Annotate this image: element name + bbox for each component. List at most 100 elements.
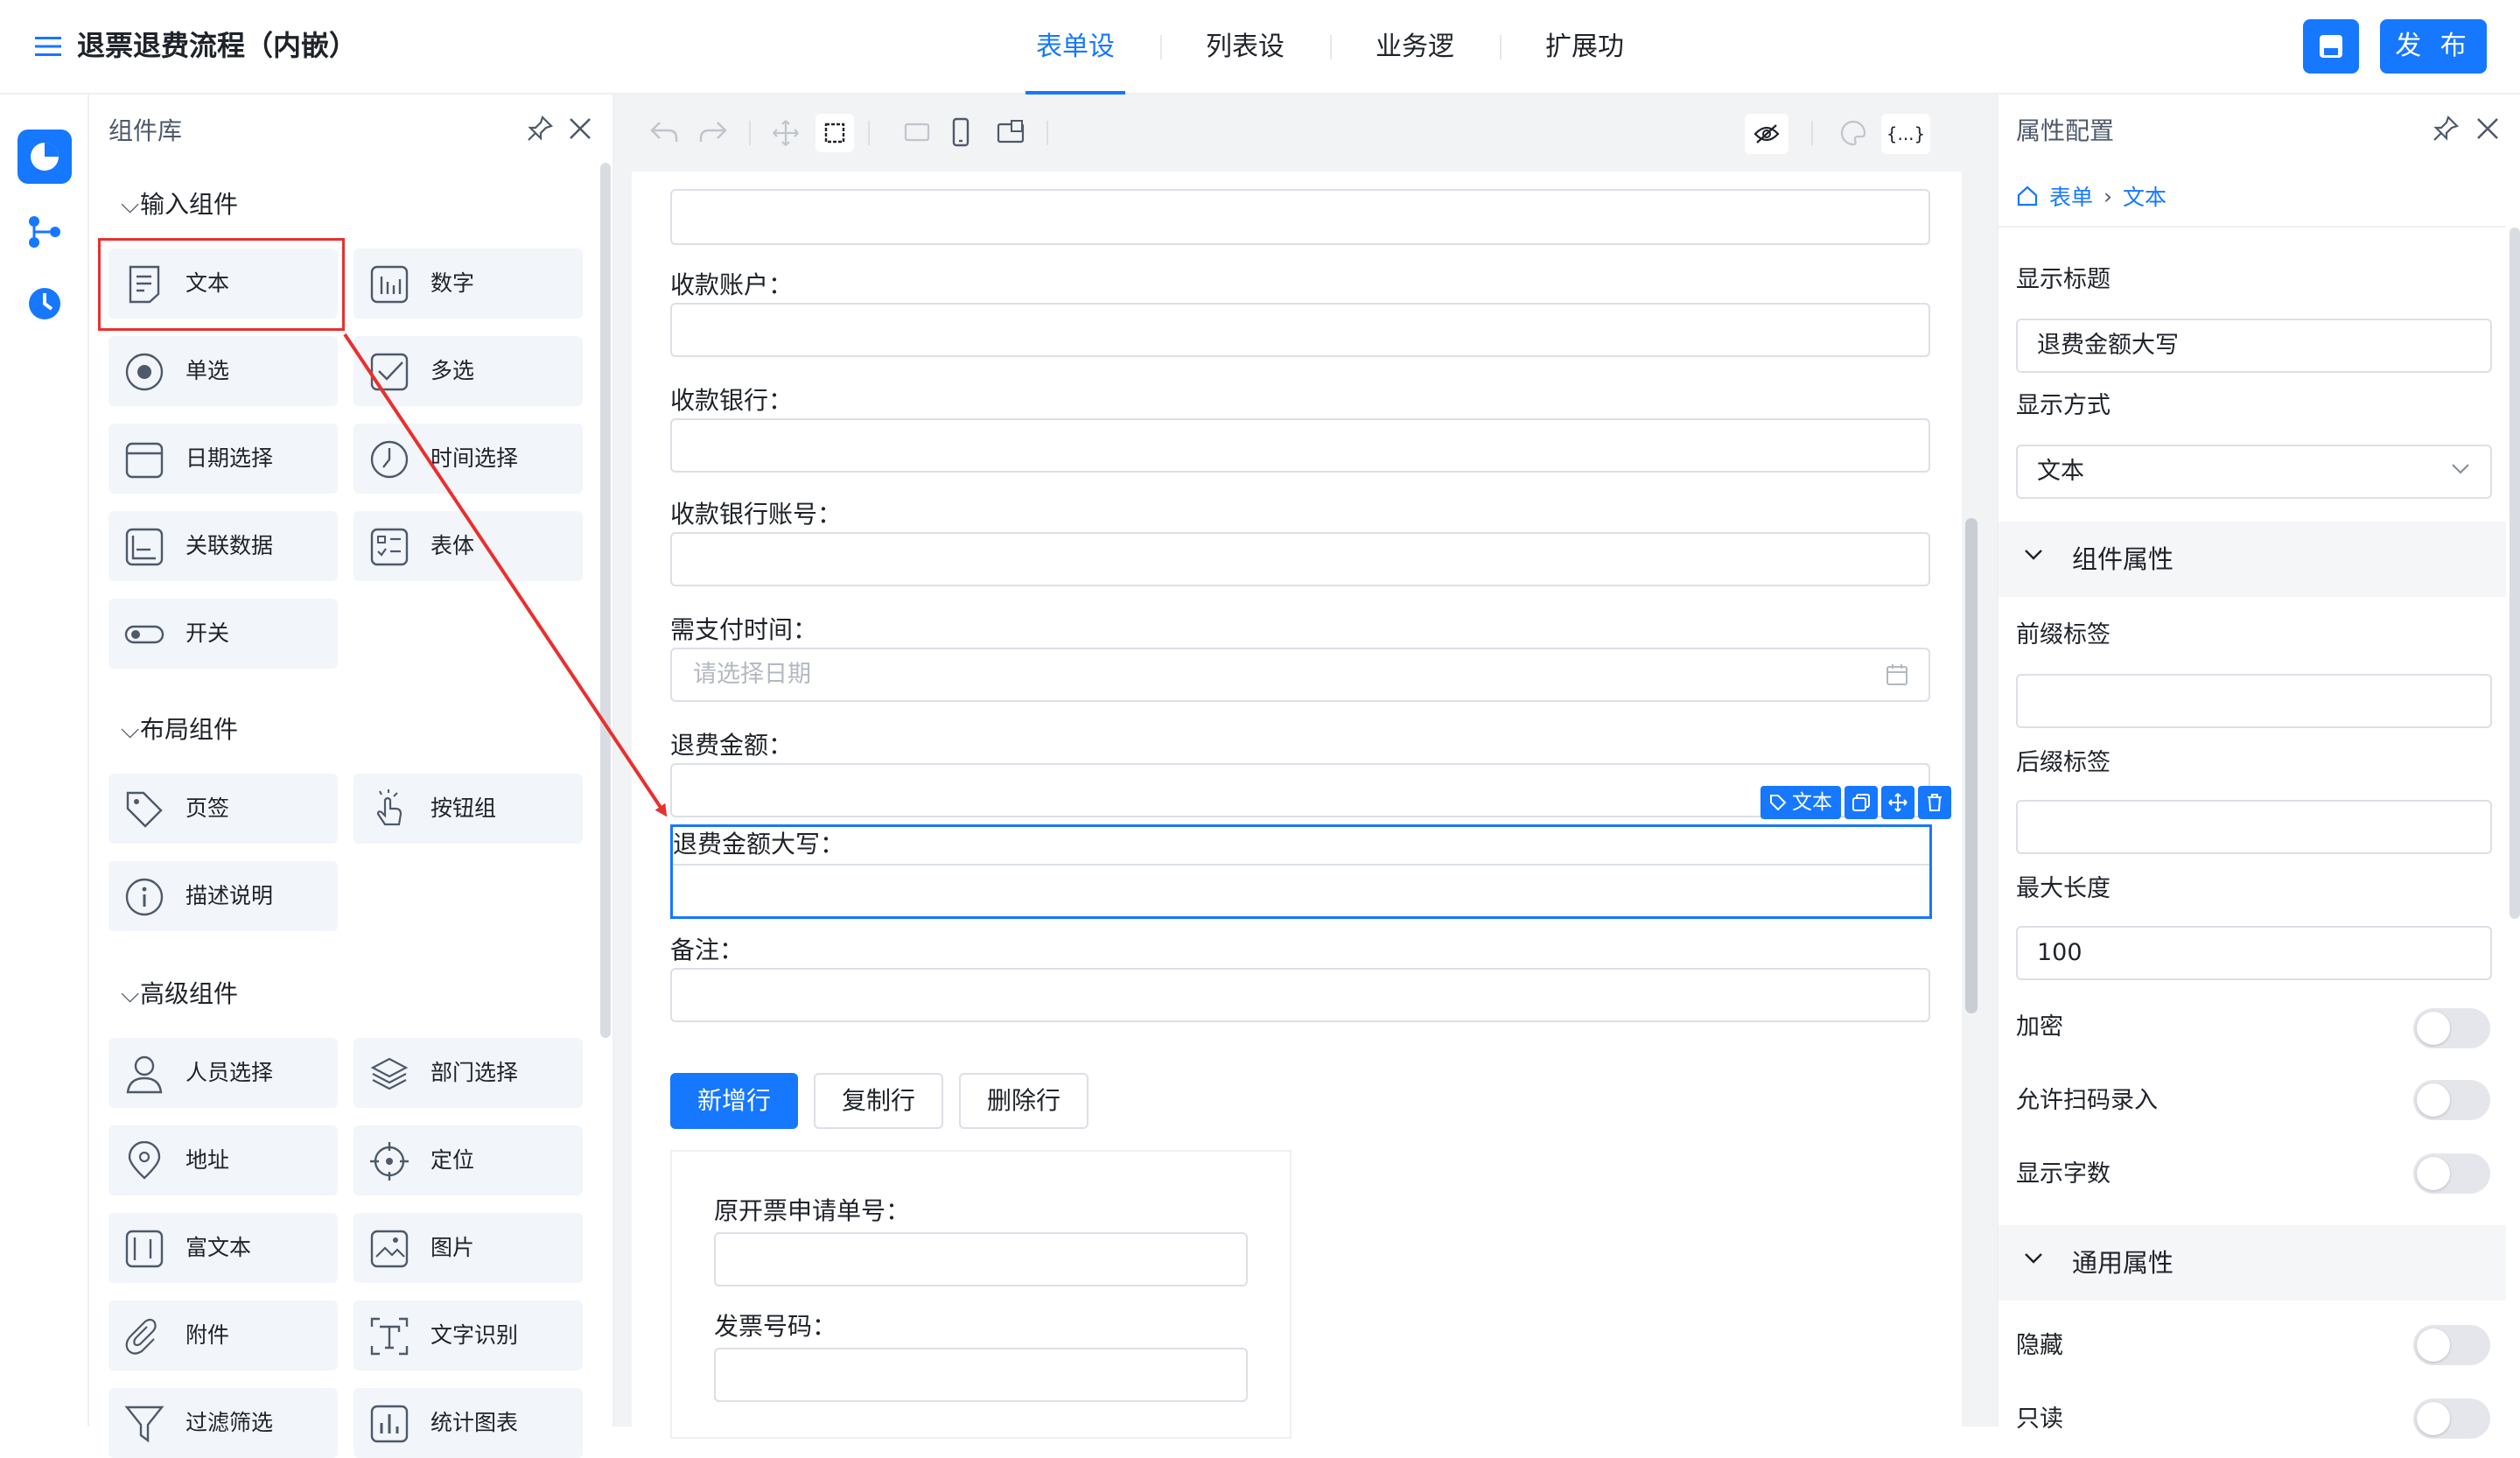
comp-image[interactable]: 图片 xyxy=(354,1213,583,1283)
chevron-down-icon xyxy=(2450,462,2471,476)
delete-row-button[interactable]: 删除行 xyxy=(959,1073,1088,1129)
delete-component-button[interactable] xyxy=(1918,786,1951,819)
close-icon[interactable] xyxy=(567,116,593,142)
field-input-receiving-account[interactable] xyxy=(670,303,1930,357)
comp-user-select[interactable]: 人员选择 xyxy=(108,1038,338,1108)
add-row-button[interactable]: 新增行 xyxy=(670,1073,798,1129)
comp-attachment[interactable]: 附件 xyxy=(108,1300,338,1370)
close-icon[interactable] xyxy=(2474,116,2501,142)
component-type-badge[interactable]: 文本 xyxy=(1760,786,1841,819)
move-icon xyxy=(1888,793,1908,812)
form-body: 收款账户： 收款银行： 收款银行账号： 需支付时间： 请选择日期 退费金额： 退… xyxy=(632,172,1962,1439)
rich-text-icon xyxy=(124,1229,164,1269)
breadcrumb-text[interactable]: 文本 xyxy=(2123,180,2166,212)
form-input-partial[interactable] xyxy=(670,189,1930,245)
max-length-input[interactable]: 100 xyxy=(2016,926,2492,980)
readonly-toggle[interactable] xyxy=(2413,1398,2490,1439)
comp-number[interactable]: 数字 xyxy=(354,249,583,319)
field-input-remarks[interactable] xyxy=(670,968,1930,1022)
selected-field-frame[interactable]: 退费金额大写： xyxy=(670,824,1932,919)
chevron-down-icon: ⌵ xyxy=(121,979,140,1008)
display-mode-label: 显示方式 xyxy=(2016,392,2110,419)
tab-extensions[interactable]: 扩展功能 xyxy=(1535,0,1634,157)
comp-department-select[interactable]: 部门选择 xyxy=(354,1038,583,1108)
hidden-toggle[interactable] xyxy=(2413,1325,2490,1365)
select-tool-button[interactable] xyxy=(816,114,854,152)
comp-related-data[interactable]: 关联数据 xyxy=(108,511,338,581)
tab-list-design[interactable]: 列表设计 xyxy=(1195,0,1295,157)
clock-outline-icon xyxy=(369,439,410,480)
encrypt-toggle[interactable] xyxy=(2413,1008,2490,1048)
desktop-icon[interactable] xyxy=(903,121,931,145)
image-icon xyxy=(369,1229,410,1269)
copy-row-button[interactable]: 复制行 xyxy=(814,1073,943,1129)
tag-icon xyxy=(1769,794,1787,811)
group-component-properties[interactable]: 组件属性 xyxy=(1998,522,2506,597)
pin-icon[interactable] xyxy=(2431,114,2460,144)
prefix-input[interactable] xyxy=(2016,674,2492,728)
section-layout-components[interactable]: ⌵布局组件 xyxy=(121,712,238,747)
copy-component-button[interactable] xyxy=(1844,786,1878,819)
preview-button[interactable] xyxy=(1745,114,1788,154)
section-input-components[interactable]: ⌵输入组件 xyxy=(121,187,238,222)
chevron-down-icon: ⌵ xyxy=(121,715,140,744)
comp-switch[interactable]: 开关 xyxy=(108,599,338,669)
save-icon xyxy=(2317,32,2345,60)
app-title: 退票退费流程（内嵌） xyxy=(77,29,358,62)
palette-icon[interactable] xyxy=(1839,119,1867,147)
comp-time-picker[interactable]: 时间选择 xyxy=(354,424,583,494)
field-input-receiving-bank[interactable] xyxy=(670,418,1930,473)
rail-history-button[interactable] xyxy=(18,277,72,331)
comp-date-picker[interactable]: 日期选择 xyxy=(108,424,338,494)
rail-flow-button[interactable] xyxy=(18,205,72,259)
comp-radio[interactable]: 单选 xyxy=(108,336,338,406)
group-common-properties[interactable]: 通用属性 xyxy=(1998,1225,2506,1300)
comp-description[interactable]: 描述说明 xyxy=(108,861,338,931)
section-advanced-components[interactable]: ⌵高级组件 xyxy=(121,977,238,1012)
display-mode-select[interactable]: 文本 xyxy=(2016,445,2492,499)
field-input-refund-amount-uppercase[interactable] xyxy=(673,864,1929,916)
show-title-input[interactable]: 退费金额大写 xyxy=(2016,319,2492,373)
field-label: 收款银行： xyxy=(670,386,794,415)
comp-tabs[interactable]: 页签 xyxy=(108,774,338,844)
menu-icon[interactable] xyxy=(33,32,63,61)
rail-form-button[interactable] xyxy=(18,130,72,184)
field-input-original-invoice-request[interactable] xyxy=(714,1232,1248,1286)
comp-ocr[interactable]: 文字识别 xyxy=(354,1300,583,1370)
save-button[interactable] xyxy=(2303,19,2359,74)
tab-form-design[interactable]: 表单设计 xyxy=(1026,0,1125,157)
crosshair-icon xyxy=(369,1141,410,1181)
code-button[interactable]: {...} xyxy=(1881,114,1930,154)
comp-statistic-chart[interactable]: 统计图表 xyxy=(354,1388,583,1458)
clock-icon xyxy=(25,284,64,323)
mobile-icon[interactable] xyxy=(950,117,971,147)
suffix-input[interactable] xyxy=(2016,800,2492,854)
show-count-toggle[interactable] xyxy=(2413,1153,2490,1194)
tablet-icon[interactable] xyxy=(996,119,1026,145)
scan-input-toggle[interactable] xyxy=(2413,1080,2490,1120)
comp-checkbox[interactable]: 多选 xyxy=(354,336,583,406)
redo-icon[interactable] xyxy=(698,119,728,145)
publish-button[interactable]: 发 布 xyxy=(2380,19,2487,74)
comp-address[interactable]: 地址 xyxy=(108,1125,338,1195)
undo-icon[interactable] xyxy=(649,119,679,145)
library-scrollbar[interactable] xyxy=(600,163,611,1038)
move-icon[interactable] xyxy=(772,119,800,147)
field-input-invoice-number[interactable] xyxy=(714,1348,1248,1402)
field-input-refund-amount[interactable] xyxy=(670,763,1930,817)
comp-rich-text[interactable]: 富文本 xyxy=(108,1213,338,1283)
date-picker-input[interactable]: 请选择日期 xyxy=(670,648,1930,702)
canvas-scrollbar[interactable] xyxy=(1965,518,1978,1013)
comp-button-group[interactable]: 按钮组 xyxy=(354,774,583,844)
comp-table[interactable]: 表体 xyxy=(354,511,583,581)
pin-icon[interactable] xyxy=(525,114,555,144)
comp-location[interactable]: 定位 xyxy=(354,1125,583,1195)
tab-business-logic[interactable]: 业务逻辑 xyxy=(1365,0,1465,157)
home-icon[interactable] xyxy=(2016,185,2039,207)
comp-filter[interactable]: 过滤筛选 xyxy=(108,1388,338,1458)
drag-component-button[interactable] xyxy=(1881,786,1914,819)
breadcrumb-form[interactable]: 表单 xyxy=(2049,180,2093,212)
properties-scrollbar[interactable] xyxy=(2510,228,2520,919)
form-canvas: {...} 收款账户： 收款银行： 收款银行账号： 需支付时间： 请选择日期 退… xyxy=(614,95,1997,1439)
field-input-bank-account-number[interactable] xyxy=(670,532,1930,586)
